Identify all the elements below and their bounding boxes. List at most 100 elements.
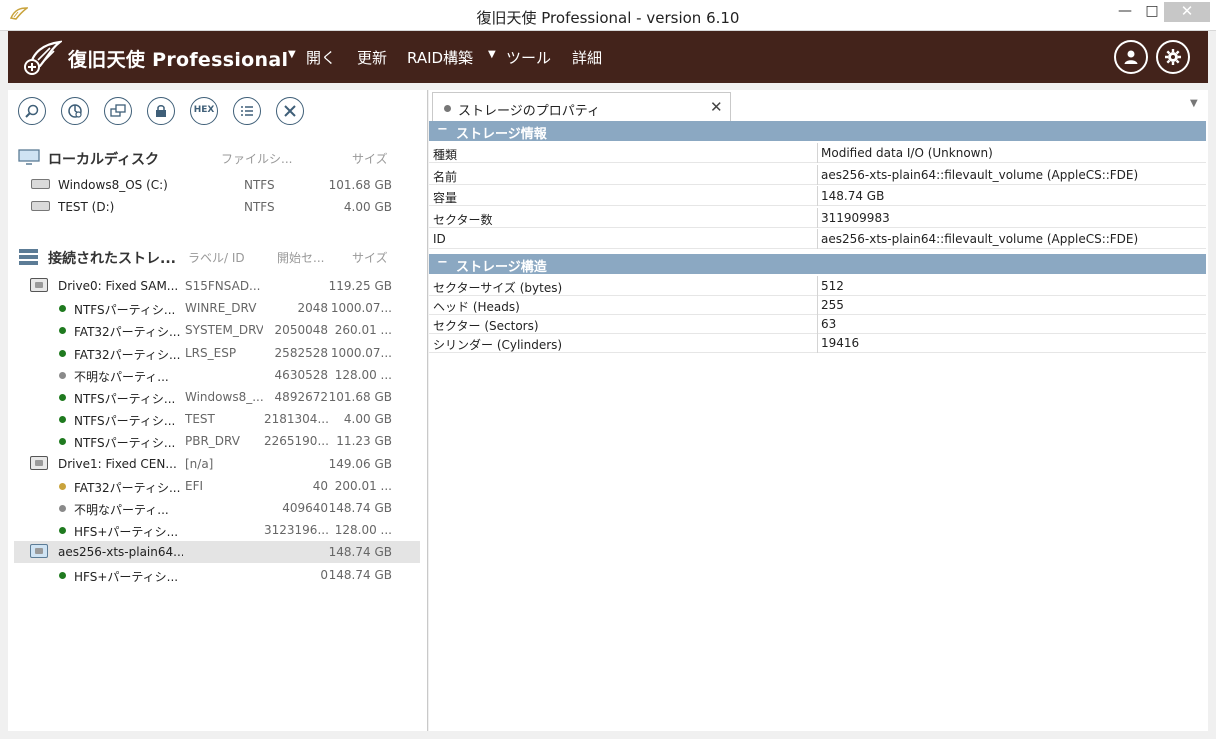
title-bar: 復旧天使 Professional - version 6.10 — □ ✕ [0, 0, 1216, 31]
row-size: 148.74 GB [328, 568, 392, 582]
tab-list-dropdown-icon[interactable]: ▼ [1190, 98, 1198, 109]
drive-row[interactable]: Drive1: Fixed CEN... [n/a] 149.06 GB [8, 453, 428, 475]
collapse-icon[interactable]: − [437, 255, 448, 270]
account-button[interactable] [1114, 40, 1148, 74]
encryption-button[interactable] [147, 97, 175, 125]
drives-icon [110, 104, 126, 117]
menu-details[interactable]: 詳細 [572, 47, 602, 68]
column-divider [817, 164, 818, 185]
partition-row[interactable]: 不明なパーティ... 409640 148.74 GB [8, 497, 428, 519]
hard-drive-icon [30, 456, 48, 470]
partition-row[interactable]: NTFSパーティシ... TEST 2181304... 4.00 GB [8, 408, 428, 430]
drive-row[interactable]: Drive0: Fixed SAM... S15FNSAD... 119.25 GB [8, 275, 428, 297]
tools-dropdown-icon[interactable]: ▼ [488, 49, 496, 60]
property-key: シリンダー (Cylinders) [433, 338, 563, 353]
row-label: Windows8_... [185, 390, 263, 404]
partition-status-dot [59, 438, 66, 445]
hex-button[interactable]: HEX [190, 97, 218, 125]
row-label: SYSTEM_DRV [185, 323, 263, 337]
local-disk-row[interactable]: Windows8_OS (C:) NTFS 101.68 GB [8, 174, 428, 196]
property-row: セクター (Sectors) 63 [429, 313, 1206, 334]
row-label: LRS_ESP [185, 346, 237, 360]
partition-row[interactable]: NTFSパーティシ... Windows8_... 4892672 101.68 GB [8, 386, 428, 408]
pie-chart-icon [68, 104, 82, 118]
menu-open[interactable]: 開く [306, 47, 336, 68]
row-name: HFS+パーティシ... [74, 570, 179, 584]
volume-row[interactable]: aes256-xts-plain64... 148.74 GB [14, 541, 420, 563]
local-disks-header: ローカルディスク ファイルシ... サイズ [8, 146, 428, 168]
property-key: 種類 [433, 148, 458, 162]
row-size: 101.68 GB [328, 390, 392, 404]
partition-status-dot [59, 483, 66, 490]
column-divider [817, 143, 818, 163]
list-view-button[interactable] [233, 97, 261, 125]
virtual-volume-icon [30, 544, 48, 558]
partition-status-dot [59, 527, 66, 534]
row-name: aes256-xts-plain64... [58, 545, 183, 559]
row-name: NTFSパーティシ... [74, 414, 176, 428]
col-filesystem[interactable]: ファイルシ... [221, 150, 292, 167]
row-label: S15FNSAD... [185, 279, 261, 293]
row-label: EFI [185, 479, 204, 493]
tab-close-icon[interactable]: ✕ [710, 98, 723, 116]
partition-row[interactable]: NTFSパーティシ... WINRE_DRV 2048 1000.07... [8, 297, 428, 319]
menu-raid[interactable]: RAID構築 [407, 47, 473, 68]
row-size: 148.74 GB [328, 545, 392, 559]
column-divider [817, 313, 818, 334]
partition-status-dot [59, 350, 66, 357]
settings-button[interactable] [1156, 40, 1190, 74]
row-size: 200.01 ... [334, 479, 392, 493]
tab-storage-properties[interactable]: ストレージのプロパティ ✕ [432, 92, 731, 121]
connected-storage-title: 接続されたストレ... [48, 251, 176, 267]
col-size[interactable]: サイズ [352, 249, 388, 266]
property-key: ID [433, 232, 446, 246]
row-label: PBR_DRV [185, 434, 240, 448]
partition-status-dot [59, 394, 66, 401]
property-value: Modified data I/O (Unknown) [821, 146, 993, 160]
server-icon [18, 248, 40, 269]
local-disk-row[interactable]: TEST (D:) NTFS 4.00 GB [8, 196, 428, 218]
property-section-title: ストレージ情報 [456, 127, 547, 142]
property-section-header[interactable]: − ストレージ情報 [429, 121, 1206, 142]
partition-status-dot [59, 416, 66, 423]
close-window-button[interactable]: ✕ [1164, 2, 1210, 22]
collapse-icon[interactable]: − [437, 122, 448, 137]
col-start-sector[interactable]: 開始セ... [277, 249, 324, 266]
row-name: 不明なパーティ... [74, 503, 169, 517]
list-icon [241, 106, 253, 116]
partition-scan-button[interactable] [61, 97, 89, 125]
connect-drives-button[interactable] [104, 97, 132, 125]
search-button[interactable] [18, 97, 46, 125]
row-size: 260.01 ... [334, 323, 392, 337]
partition-row[interactable]: NTFSパーティシ... PBR_DRV 2265190... 11.23 GB [8, 430, 428, 452]
col-label-id[interactable]: ラベル/ ID [188, 249, 245, 266]
partition-status-dot [59, 305, 66, 312]
partition-row[interactable]: HFS+パーティシ... 3123196... 128.00 ... [8, 519, 428, 541]
partition-row[interactable]: HFS+パーティシ... 0 148.74 GB [8, 564, 428, 586]
partition-row[interactable]: 不明なパーティ... 4630528 128.00 ... [8, 364, 428, 386]
disk-icon [31, 201, 50, 211]
property-section-header[interactable]: − ストレージ構造 [429, 253, 1206, 275]
partition-row[interactable]: FAT32パーティシ... SYSTEM_DRV 2050048 260.01 ... [8, 319, 428, 341]
row-start-sector: 4630528 [274, 368, 328, 382]
angel-logo-icon [22, 38, 64, 76]
connected-storage-header: 接続されたストレ... ラベル/ ID 開始セ... サイズ [8, 245, 428, 267]
close-storage-button[interactable] [276, 97, 304, 125]
col-size[interactable]: サイズ [352, 150, 388, 167]
menu-refresh[interactable]: 更新 [357, 47, 387, 68]
partition-row[interactable]: FAT32パーティシ... EFI 40 200.01 ... [8, 475, 428, 497]
column-divider [817, 229, 818, 249]
open-dropdown-icon[interactable]: ▼ [288, 49, 296, 60]
local-disks-title: ローカルディスク [48, 152, 160, 168]
property-key: ヘッド (Heads) [433, 299, 520, 314]
row-label: TEST [185, 412, 215, 426]
property-key: 名前 [433, 169, 458, 184]
column-divider [817, 186, 818, 206]
maximize-button[interactable]: □ [1137, 2, 1167, 22]
row-start-sector: 2582528 [274, 346, 328, 360]
minimize-button[interactable]: — [1110, 2, 1140, 22]
menu-bar: 復旧天使 Professional ▼ 開く 更新 RAID構築 ▼ ツール 詳… [8, 31, 1208, 83]
partition-row[interactable]: FAT32パーティシ... LRS_ESP 2582528 1000.07... [8, 342, 428, 364]
row-name: Drive1: Fixed CEN... [58, 457, 177, 471]
menu-tools[interactable]: ツール [506, 47, 551, 68]
